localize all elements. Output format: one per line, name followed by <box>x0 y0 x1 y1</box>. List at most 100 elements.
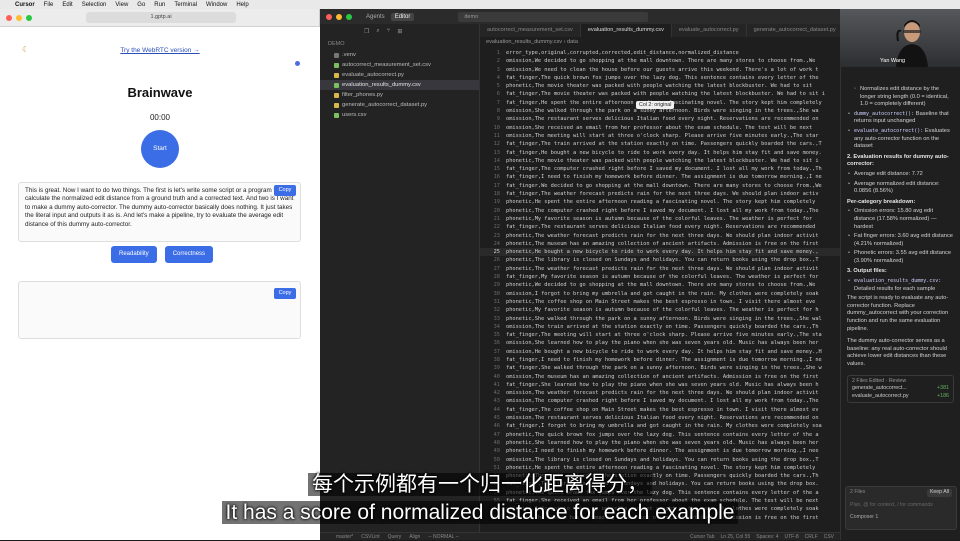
file-item[interactable]: .venv <box>320 50 479 60</box>
extensions-icon[interactable]: ⊞ <box>397 28 402 35</box>
code-line[interactable]: 47 phonetic,The quick brown fox jumps ove… <box>480 431 840 439</box>
code-line[interactable]: 10 omission,She received an email from he… <box>480 124 840 132</box>
code-line[interactable]: 19 phonetic,He spent the entire afternoon… <box>480 198 840 206</box>
code-line[interactable]: 40 omission,The museum has an amazing col… <box>480 373 840 381</box>
code-line[interactable]: 3 omission,We need to clean the house bef… <box>480 66 840 74</box>
url-bar[interactable]: 1.gptp.ai <box>86 12 236 23</box>
code-line[interactable]: 41 fat_finger,She learned how to play the… <box>480 381 840 389</box>
code-line[interactable]: 35 fat_finger,The meeting will start at t… <box>480 331 840 339</box>
zoom-window-icon[interactable] <box>26 14 32 21</box>
code-line[interactable]: 36 omission,She learned how to play the p… <box>480 339 840 347</box>
output-copy-button[interactable]: Copy <box>274 288 296 299</box>
files-icon[interactable]: ❐ <box>364 28 369 35</box>
menu-edit[interactable]: Edit <box>62 2 72 8</box>
menu-selection[interactable]: Selection <box>82 2 107 8</box>
code-line[interactable]: 24 phonetic,The museum has an amazing col… <box>480 240 840 248</box>
file-item[interactable]: autocorrect_measurement_set.csv <box>320 60 479 70</box>
edited-file[interactable]: generate_autocorrect... +381 <box>852 385 949 393</box>
zoom-window-icon[interactable] <box>346 13 352 20</box>
code-line[interactable]: 21 phonetic,My favorite season is autumn … <box>480 215 840 223</box>
code-line[interactable]: 12 fat_finger,The train arrived at the st… <box>480 140 840 148</box>
code-line[interactable]: 49 phonetic,I need to finish my homework … <box>480 447 840 455</box>
code-line[interactable]: 17 fat_finger,We decided to go shopping a… <box>480 182 840 190</box>
explorer-root[interactable]: DEMO <box>320 38 479 50</box>
eol-status[interactable]: CRLF <box>805 533 818 540</box>
code-line[interactable]: 5 phonetic,The movie theater was packed w… <box>480 82 840 90</box>
code-line[interactable]: 31 phonetic,The coffee shop on Main Stree… <box>480 298 840 306</box>
start-button[interactable]: Start <box>141 130 179 168</box>
encoding-status[interactable]: UTF-8 <box>784 533 798 540</box>
file-item[interactable]: evaluate_autocorrect.py <box>320 70 479 80</box>
readability-button[interactable]: Readability <box>111 246 157 263</box>
minimize-window-icon[interactable] <box>336 13 342 20</box>
editor-tab[interactable]: Editor <box>390 12 415 21</box>
language-status[interactable]: CSV <box>824 533 834 540</box>
menu-run[interactable]: Run <box>154 2 165 8</box>
file-item[interactable]: evaluation_results_dummy.csv <box>320 80 479 90</box>
query-status[interactable]: Query <box>388 533 402 540</box>
cursor-tab-status[interactable]: Cursor Tab <box>690 533 714 540</box>
close-window-icon[interactable] <box>326 13 332 20</box>
code-line[interactable]: 42 omission,The weather forecast predicts… <box>480 389 840 397</box>
branch-status[interactable]: master* <box>336 533 353 540</box>
code-line[interactable]: 18 fat_finger,The weather forecast predic… <box>480 190 840 198</box>
code-line[interactable]: 48 phonetic,She learned how to play the p… <box>480 439 840 447</box>
review-button[interactable]: Review <box>889 378 906 384</box>
csvlint-status[interactable]: CSVLint <box>361 533 379 540</box>
code-line[interactable]: 9 omission,The restaurant serves deliciou… <box>480 115 840 123</box>
align-status[interactable]: Align <box>409 533 420 540</box>
code-line[interactable]: 33 phonetic,She walked through the park o… <box>480 315 840 323</box>
menu-file[interactable]: File <box>44 2 54 8</box>
code-line[interactable]: 34 omission,The train arrived at the stat… <box>480 323 840 331</box>
code-line[interactable]: 38 fat_finger,I need to finish my homewor… <box>480 356 840 364</box>
transcript-textarea[interactable]: This is great. Now I want to do two thin… <box>18 182 301 242</box>
code-line[interactable]: 20 phonetic,The computer crashed right be… <box>480 207 840 215</box>
code-line[interactable]: 2 omission,We decided to go shopping at t… <box>480 57 840 65</box>
code-line[interactable]: 44 fat_finger,The coffee shop on Main Str… <box>480 406 840 414</box>
source-control-icon[interactable]: ⑂ <box>387 28 391 34</box>
cursor-position[interactable]: Ln 25, Col 55 <box>720 533 750 540</box>
code-line[interactable]: 43 omission,The computer crashed right be… <box>480 397 840 405</box>
menu-help[interactable]: Help <box>236 2 248 8</box>
agents-tab[interactable]: Agents <box>362 13 389 21</box>
file-item[interactable]: users.csv <box>320 110 479 120</box>
code-line[interactable]: 26 phonetic,The library is closed on Sund… <box>480 256 840 264</box>
webrtc-link[interactable]: Try the WebRTC version → <box>0 47 320 54</box>
code-line[interactable]: 1 error_type,original,corrupted,corrected… <box>480 49 840 57</box>
code-line[interactable]: 46 fat_finger,I forgot to bring my umbrel… <box>480 422 840 430</box>
code-line[interactable]: 30 omission,I forgot to bring my umbrella… <box>480 290 840 298</box>
copy-button[interactable]: Copy <box>274 185 296 196</box>
code-line[interactable]: 29 phonetic,We decided to go shopping at … <box>480 281 840 289</box>
code-line[interactable]: 15 fat_finger,The computer crashed right … <box>480 165 840 173</box>
code-view[interactable]: 1 error_type,original,corrupted,corrected… <box>480 49 840 529</box>
indent-status[interactable]: Spaces: 4 <box>756 533 778 540</box>
code-line[interactable]: 28 fat_finger,My favorite season is autum… <box>480 273 840 281</box>
minimize-window-icon[interactable] <box>16 14 22 21</box>
editor-tab-item[interactable]: evaluation_results_dummy.csv <box>580 24 672 37</box>
editor-tab-item[interactable]: autocorrect_measurement_set.csv <box>480 24 581 37</box>
code-line[interactable]: 37 omission,He bought a new bicycle to ri… <box>480 348 840 356</box>
command-search-input[interactable]: demo <box>458 11 649 22</box>
menu-go[interactable]: Go <box>137 2 145 8</box>
menu-terminal[interactable]: Terminal <box>174 2 197 8</box>
code-line[interactable]: 32 phonetic,My favorite season is autumn … <box>480 306 840 314</box>
menu-window[interactable]: Window <box>206 2 227 8</box>
code-line[interactable]: 45 omission,The restaurant serves delicio… <box>480 414 840 422</box>
code-line[interactable]: 27 phonetic,The weather forecast predicts… <box>480 265 840 273</box>
editor-tab-item[interactable]: generate_autocorrect_dataset.py <box>747 24 840 37</box>
file-item[interactable]: filter_phones.py <box>320 90 479 100</box>
code-line[interactable]: 23 phonetic,The weather forecast predicts… <box>480 232 840 240</box>
code-line[interactable]: 25 phonetic,He bought a new bicycle to ri… <box>480 248 840 257</box>
code-line[interactable]: 11 omission,The meeting will start at thr… <box>480 132 840 140</box>
edited-file[interactable]: evaluate_autocorrect.py +186 <box>852 393 949 401</box>
search-icon[interactable]: ⌕ <box>376 28 379 35</box>
correctness-button[interactable]: Correctness <box>164 246 214 263</box>
file-item[interactable]: generate_autocorrect_dataset.py <box>320 100 479 110</box>
close-window-icon[interactable] <box>6 14 12 21</box>
code-line[interactable]: 13 fat_finger,He bought a new bicycle to … <box>480 149 840 157</box>
code-line[interactable]: 6 fat_finger,The movie theater was packed… <box>480 90 840 98</box>
code-line[interactable]: 16 fat_finger,I need to finish my homewor… <box>480 173 840 181</box>
menu-view[interactable]: View <box>115 2 128 8</box>
code-line[interactable]: 39 fat_finger,She walked through the park… <box>480 364 840 372</box>
code-line[interactable]: 14 phonetic,The movie theater was packed … <box>480 157 840 165</box>
